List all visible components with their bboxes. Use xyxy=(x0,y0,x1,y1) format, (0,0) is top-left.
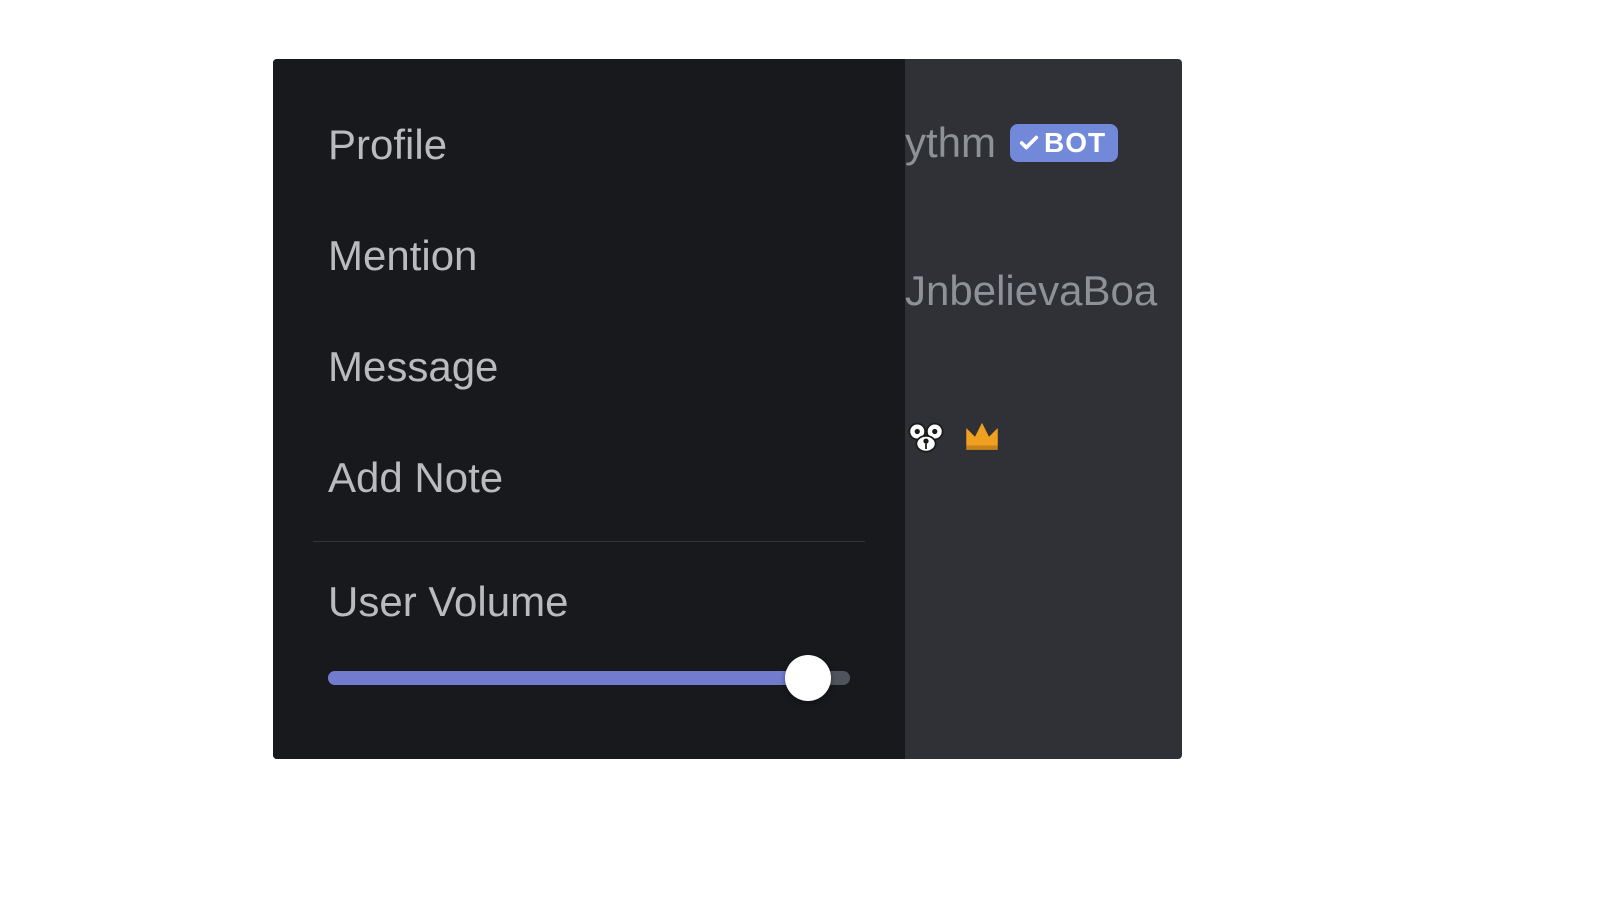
member-row[interactable]: JnbelievaBoa xyxy=(905,267,1157,315)
dog-icon xyxy=(905,414,947,456)
bot-badge-text: BOT xyxy=(1044,127,1106,159)
slider-fill xyxy=(328,671,808,685)
menu-item-add-note[interactable]: Add Note xyxy=(273,422,905,533)
menu-divider xyxy=(313,541,865,542)
member-name: ythm xyxy=(905,119,996,167)
app-viewport: ythm BOT JnbelievaBoa xyxy=(273,59,1182,759)
user-volume-label: User Volume xyxy=(328,570,850,633)
user-volume-slider[interactable] xyxy=(328,655,850,701)
member-row[interactable] xyxy=(905,414,1003,456)
crown-icon xyxy=(961,414,1003,456)
member-row[interactable]: ythm BOT xyxy=(905,119,1118,167)
bot-badge: BOT xyxy=(1010,124,1118,162)
menu-item-message[interactable]: Message xyxy=(273,311,905,422)
menu-item-mention[interactable]: Mention xyxy=(273,200,905,311)
menu-item-profile[interactable]: Profile xyxy=(273,89,905,200)
check-icon xyxy=(1018,132,1040,154)
user-context-menu: Profile Mention Message Add Note User Vo… xyxy=(273,59,905,759)
slider-thumb[interactable] xyxy=(785,655,831,701)
member-name: JnbelievaBoa xyxy=(905,267,1157,315)
user-volume-section: User Volume xyxy=(273,550,905,701)
